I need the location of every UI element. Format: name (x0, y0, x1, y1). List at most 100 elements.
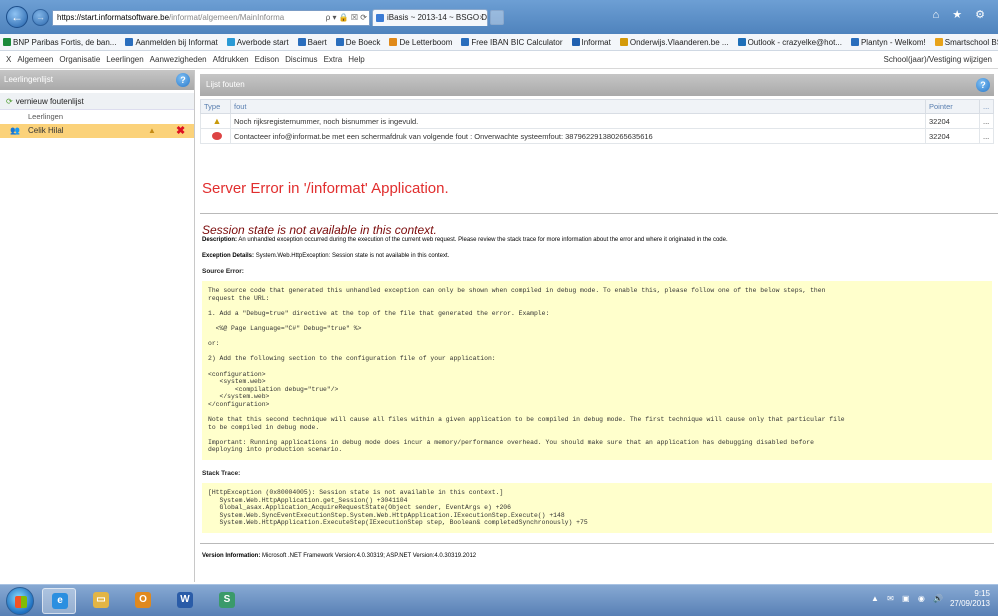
description-label: Description: (202, 237, 238, 243)
menu-item[interactable]: Leerlingen (106, 51, 143, 69)
word-icon: W (177, 592, 193, 608)
favorite-label: De Boeck (345, 38, 381, 47)
favorite-label: Informat (581, 38, 611, 47)
person-icon: 👥 (10, 126, 20, 135)
errors-table: Type fout Pointer ... ▲ Noch rijksregist… (200, 99, 994, 144)
menu-item[interactable]: Organisatie (59, 51, 100, 69)
tab-favicon-icon (376, 14, 384, 22)
refresh-errors-label: vernieuw foutenlijst (15, 97, 84, 106)
favorite-favicon-icon (125, 38, 134, 46)
favorites-bar: BNP Paribas Fortis, de ban... Aanmelden b… (0, 34, 998, 51)
favorite-link[interactable]: Aanmelden bij Informat (122, 34, 218, 50)
tray-icons[interactable]: ▲ ✉ ▣ ◉ 🔊 (871, 594, 946, 604)
main-panel-title: Lijst fouten (206, 80, 245, 89)
outlook-icon: O (135, 592, 151, 608)
forward-arrow-icon: → (36, 12, 45, 22)
browser-titlebar: ← → https://start.informatsoftware.be/in… (0, 0, 998, 34)
menu-item[interactable]: X (6, 51, 11, 69)
forward-button[interactable]: → (32, 9, 49, 26)
favorite-link[interactable]: De Letterboom (386, 34, 453, 50)
favorite-label: Plantyn - Welkom! (860, 38, 926, 47)
favorite-favicon-icon (3, 38, 11, 46)
menu-item[interactable]: Aanwezigheden (150, 51, 207, 69)
menu-item[interactable]: Help (348, 51, 364, 69)
version-info: Version Information: Microsoft .NET Fram… (202, 552, 994, 560)
help-icon[interactable]: ? (976, 78, 990, 92)
column-header-more[interactable]: ... (979, 99, 994, 114)
clock-time[interactable]: 9:15 (950, 589, 990, 599)
file-explorer-icon: ▭ (93, 592, 109, 608)
column-header-fout[interactable]: fout (230, 99, 926, 114)
address-bar[interactable]: https://start.informatsoftware.be/inform… (52, 10, 370, 26)
taskbar-app-word[interactable]: W (168, 588, 202, 614)
help-icon[interactable]: ? (176, 73, 190, 87)
favorite-favicon-icon (226, 38, 235, 46)
taskbar-app-app-s[interactable]: S (210, 588, 244, 614)
main-panel-header: Lijst fouten ? (200, 74, 994, 96)
address-controls-icon[interactable]: ρ ▾ 🔒 ☒ ⟳ (326, 11, 367, 25)
favorite-link[interactable]: Informat (569, 34, 611, 50)
taskbar-app-file-explorer[interactable]: ▭ (84, 588, 118, 614)
clock-date[interactable]: 27/09/2013 (950, 599, 990, 609)
favorite-link[interactable]: De Boeck (333, 34, 381, 50)
menu-item[interactable]: Edison (255, 51, 279, 69)
source-error-code: The source code that generated this unha… (202, 281, 992, 461)
menu-item[interactable]: Afdrukken (213, 51, 249, 69)
favorite-favicon-icon (297, 38, 306, 46)
table-row[interactable]: ▲ Noch rijksregisternummer, noch bisnumm… (200, 113, 994, 129)
windows-taskbar: e ▭ O W S ▲ ✉ ▣ ◉ 🔊 9:15 27/09/2013 (0, 584, 998, 616)
browser-tab[interactable]: iBasis ~ 2013-14 ~ BSGO De... × (372, 9, 488, 26)
divider (200, 543, 994, 545)
table-row[interactable]: Contacteer info@informat.be met een sche… (200, 128, 994, 144)
system-tray: ▲ ✉ ▣ ◉ 🔊 9:15 27/09/2013 (871, 589, 990, 609)
favorite-link[interactable]: Plantyn - Welkom! (848, 34, 926, 50)
favorite-link[interactable]: Outlook - crazyelke@hot... (735, 34, 842, 50)
column-header-type[interactable]: Type (200, 99, 231, 114)
student-row[interactable]: 👥 Celik Hilal ▲ ✖ (0, 124, 194, 138)
favorite-link[interactable]: BNP Paribas Fortis, de ban... (0, 34, 117, 50)
favorite-favicon-icon (737, 38, 746, 46)
taskbar-app-internet-explorer[interactable]: e (42, 588, 76, 614)
favorite-label: Averbode start (236, 38, 289, 47)
menu-item[interactable]: Algemeen (17, 51, 53, 69)
error-pointer: 32204 (925, 128, 980, 144)
tab-close-icon[interactable]: × (479, 10, 484, 26)
favorite-favicon-icon (335, 38, 344, 46)
app-s-icon: S (219, 592, 235, 608)
column-header-pointer[interactable]: Pointer (925, 99, 980, 114)
back-button[interactable]: ← (6, 6, 28, 28)
favorite-link[interactable]: Baert (295, 34, 327, 50)
back-arrow-icon: ← (11, 10, 23, 24)
favorite-label: De Letterboom (399, 38, 453, 47)
favorite-link[interactable]: Smartschool BSVH (932, 34, 998, 50)
error-description: Description: An unhandled exception occu… (202, 236, 994, 244)
taskbar-app-outlook[interactable]: O (126, 588, 160, 614)
favorite-favicon-icon (934, 38, 943, 46)
favorite-favicon-icon (461, 38, 470, 46)
menu-item[interactable]: Discimus (285, 51, 317, 69)
favorite-link[interactable]: Averbode start (224, 34, 289, 50)
new-tab-button[interactable] (490, 10, 504, 25)
student-name: Celik Hilal (28, 126, 64, 135)
browser-toolbar-icons[interactable]: ⌂ ★ ⚙ (933, 8, 990, 21)
left-panel: Leerlingenlijst ? ⟳ vernieuw foutenlijst … (0, 70, 195, 582)
error-message: Noch rijksregisternummer, noch bisnummer… (230, 113, 926, 129)
windows-logo-icon (15, 596, 27, 608)
menu-item[interactable]: Extra (324, 51, 343, 69)
delete-icon[interactable]: ✖ (176, 124, 185, 138)
internet-explorer-icon: e (52, 593, 68, 609)
favorite-label: BNP Paribas Fortis, de ban... (13, 38, 117, 47)
row-more[interactable]: ... (979, 128, 994, 144)
warning-icon: ▲ (148, 126, 156, 135)
refresh-errors-button[interactable]: ⟳ vernieuw foutenlijst (0, 93, 194, 110)
favorite-label: Outlook - crazyelke@hot... (747, 38, 842, 47)
warning-icon: ▲ (212, 116, 222, 126)
row-more[interactable]: ... (979, 113, 994, 129)
favorite-link[interactable]: Free IBAN BIC Calculator (458, 34, 563, 50)
description-text: An unhandled exception occurred during t… (238, 237, 728, 243)
favorite-link[interactable]: Onderwijs.Vlaanderen.be ... (617, 34, 729, 50)
favorite-label: Onderwijs.Vlaanderen.be ... (629, 38, 729, 47)
menu-school-switch[interactable]: School(jaar)/Vestiging wijzigen (884, 51, 993, 69)
error-message: Contacteer info@informat.be met een sche… (230, 128, 926, 144)
start-button[interactable] (6, 587, 34, 615)
